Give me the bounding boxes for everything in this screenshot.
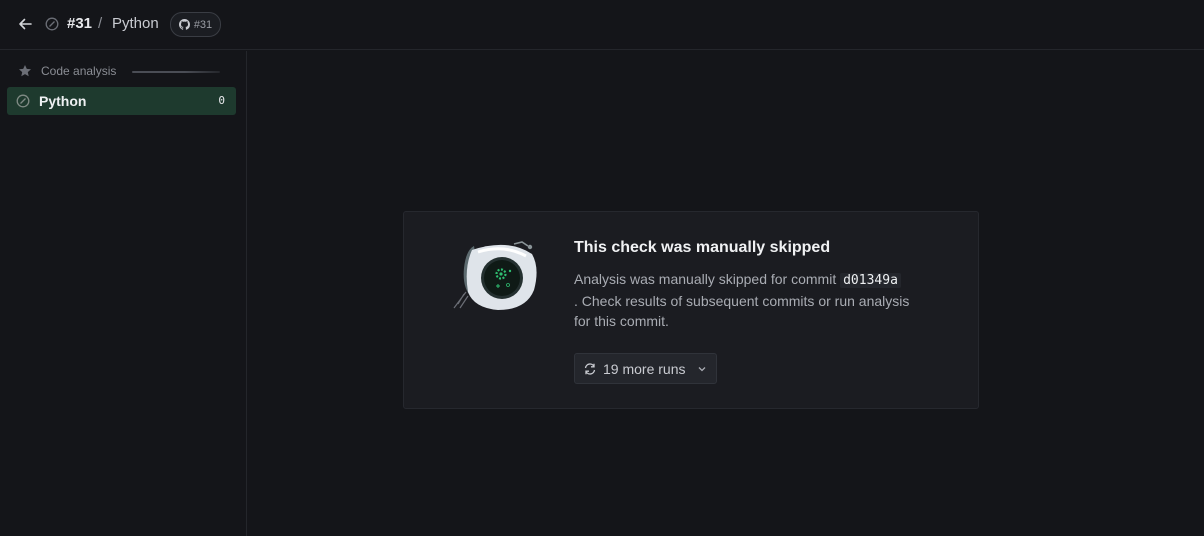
more-runs-label: 19 more runs: [603, 361, 686, 377]
issue-count: 0: [218, 94, 225, 107]
breadcrumb-separator: /: [98, 15, 103, 32]
github-pr-badge[interactable]: #31: [170, 12, 221, 37]
github-icon: [178, 19, 190, 30]
top-bar: #31 / Python #31: [0, 0, 1204, 50]
description-suffix: . Check results of subsequent commits or…: [574, 293, 910, 329]
breadcrumb-analyzer: Python: [112, 15, 159, 32]
skipped-status-icon: [45, 17, 59, 31]
more-runs-button[interactable]: 19 more runs: [574, 353, 717, 384]
skipped-check-card: This check was manually skipped Analysis…: [403, 211, 979, 409]
refresh-icon: [584, 363, 596, 375]
github-badge-label: #31: [193, 18, 213, 31]
back-arrow-icon: [19, 18, 32, 30]
back-button[interactable]: [16, 15, 34, 33]
sidebar-item-label: Python: [39, 93, 87, 109]
section-header-code-analysis: Code analysis: [18, 63, 223, 79]
card-description: Analysis was manually skipped for commit…: [574, 269, 924, 331]
description-prefix: Analysis was manually skipped for commit: [574, 271, 837, 287]
breadcrumb-run-number[interactable]: #31: [67, 15, 92, 32]
sidebar-item-python[interactable]: Python 0: [7, 87, 236, 115]
skipped-status-icon: [16, 94, 30, 108]
robot-illustration: [453, 241, 537, 310]
chevron-down-icon: [698, 367, 706, 372]
commit-sha: d01349a: [840, 273, 901, 288]
section-label: Code analysis: [41, 64, 117, 78]
card-title: This check was manually skipped: [574, 239, 831, 256]
section-divider: [132, 71, 220, 73]
star-icon: [19, 65, 31, 77]
sidebar: Code analysis Python 0: [0, 51, 247, 536]
